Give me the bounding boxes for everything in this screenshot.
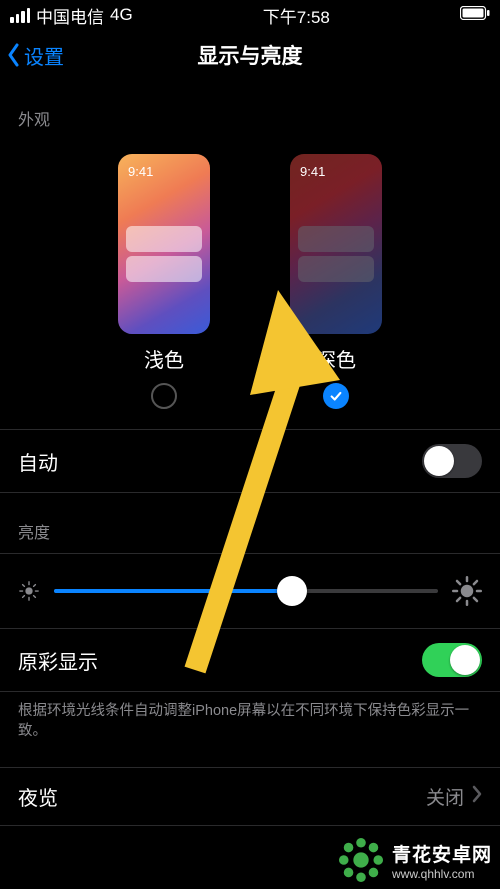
watermark: 青花安卓网 www.qhhlv.com [338,837,500,883]
appearance-modes: 9:41 浅色 9:41 深色 [0,140,500,429]
true-tone-note: 根据环境光线条件自动调整iPhone屏幕以在不同环境下保持色彩显示一致。 [0,692,500,759]
mode-dark[interactable]: 9:41 深色 [290,154,382,409]
page-title: 显示与亮度 [198,40,303,70]
brightness-header: 亮度 [0,493,500,553]
mode-light[interactable]: 9:41 浅色 [118,154,210,409]
watermark-logo-icon [338,837,384,883]
battery-icon [460,5,490,25]
status-time: 下午7:58 [263,3,330,28]
auto-row: 自动 [0,429,500,493]
status-right [460,5,490,25]
status-left: 中国电信 4G [10,3,133,28]
chevron-left-icon [6,43,20,67]
network-label: 4G [110,5,133,25]
radio-checked-icon[interactable] [323,383,349,409]
appearance-header: 外观 [0,80,500,140]
night-shift-row[interactable]: 夜览 关闭 [0,767,500,826]
signal-icon [10,8,30,23]
sun-max-icon [452,576,482,606]
auto-switch[interactable] [422,444,482,478]
brightness-slider-row [0,553,500,628]
night-shift-label: 夜览 [18,782,58,811]
back-label: 设置 [24,41,64,70]
chevron-right-icon [472,785,482,809]
back-button[interactable]: 设置 [6,41,64,70]
watermark-url: www.qhhlv.com [392,867,492,881]
true-tone-switch[interactable] [422,643,482,677]
status-bar: 中国电信 4G 下午7:58 [0,0,500,30]
dark-preview: 9:41 [290,154,382,334]
radio-unchecked-icon[interactable] [151,383,177,409]
mode-label: 浅色 [144,344,184,373]
auto-label: 自动 [18,447,58,476]
slider-thumb[interactable] [277,576,307,606]
mode-label: 深色 [316,344,356,373]
nav-bar: 设置 显示与亮度 [0,30,500,80]
true-tone-row: 原彩显示 [0,628,500,692]
watermark-name: 青花安卓网 [392,840,492,867]
brightness-slider[interactable] [54,589,438,593]
light-preview: 9:41 [118,154,210,334]
sun-min-icon [18,580,40,602]
carrier-label: 中国电信 [36,3,104,28]
night-shift-value: 关闭 [426,783,464,810]
true-tone-label: 原彩显示 [18,646,98,675]
